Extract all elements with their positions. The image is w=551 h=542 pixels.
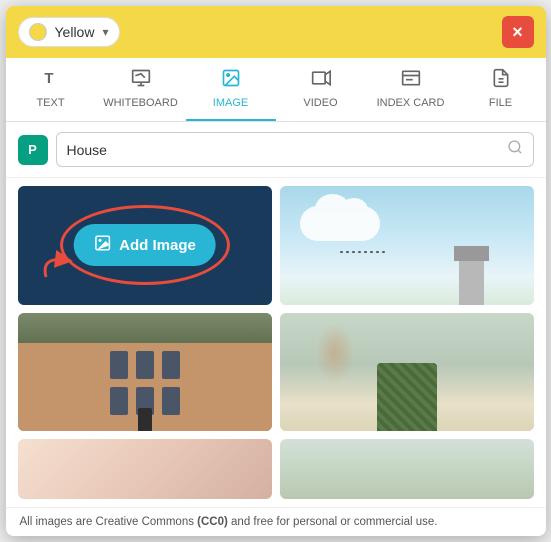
tab-video-label: VIDEO xyxy=(303,97,337,109)
image-cell-4[interactable] xyxy=(280,313,534,432)
image-cell-3[interactable] xyxy=(18,313,272,432)
image-icon xyxy=(221,68,241,93)
building-facade xyxy=(18,343,272,432)
tab-file[interactable]: FILE xyxy=(456,58,546,121)
image-cell-2[interactable] xyxy=(280,186,534,305)
tab-file-label: FILE xyxy=(489,97,512,109)
close-button[interactable]: × xyxy=(502,16,534,48)
image-cell-6[interactable] xyxy=(280,439,534,499)
tab-video[interactable]: VIDEO xyxy=(276,58,366,121)
add-image-overlay: Add Image xyxy=(73,224,216,266)
search-input[interactable] xyxy=(67,142,507,158)
color-dot xyxy=(29,23,47,41)
search-row: P xyxy=(6,122,546,178)
mossy-building xyxy=(377,363,437,432)
whiteboard-icon xyxy=(131,68,151,93)
birds-decoration xyxy=(340,251,420,253)
tab-image-label: IMAGE xyxy=(213,97,248,109)
cloud-decoration xyxy=(300,206,380,241)
index-card-icon xyxy=(401,68,421,93)
tab-index-card-label: INDEX CARD xyxy=(377,97,445,109)
tab-image[interactable]: IMAGE xyxy=(186,58,276,121)
tab-text-label: TEXT xyxy=(36,97,64,109)
video-icon xyxy=(311,68,331,93)
footer: All images are Creative Commons (CC0) an… xyxy=(6,507,546,536)
color-label: Yellow xyxy=(55,24,95,40)
footer-text-after: and free for personal or commercial use. xyxy=(228,516,438,528)
header-bar: Yellow ▾ × xyxy=(6,6,546,58)
pexels-logo: P xyxy=(18,135,48,165)
text-icon: T xyxy=(41,68,61,93)
smoke-decoration xyxy=(315,323,355,383)
search-input-wrap xyxy=(56,132,534,167)
add-image-button[interactable]: Add Image xyxy=(73,224,216,266)
svg-text:T: T xyxy=(44,70,53,87)
chevron-down-icon: ▾ xyxy=(102,25,108,39)
add-image-icon xyxy=(93,234,111,256)
tab-text[interactable]: T TEXT xyxy=(6,58,96,121)
footer-cc0: (CC0) xyxy=(197,516,228,528)
tab-whiteboard[interactable]: WHITEBOARD xyxy=(96,58,186,121)
search-icon xyxy=(507,139,523,160)
modal-container: Yellow ▾ × T TEXT WHITEBOARD IMAGE xyxy=(6,6,546,536)
tabs-bar: T TEXT WHITEBOARD IMAGE VIDEO I xyxy=(6,58,546,122)
image-cell-1[interactable]: Add Image xyxy=(18,186,272,305)
add-image-label: Add Image xyxy=(119,237,196,254)
footer-text-before: All images are Creative Commons xyxy=(20,516,198,528)
image-cell-5[interactable] xyxy=(18,439,272,499)
tab-index-card[interactable]: INDEX CARD xyxy=(366,58,456,121)
chimney-decoration xyxy=(459,256,484,305)
file-icon xyxy=(491,68,511,93)
color-selector[interactable]: Yellow ▾ xyxy=(18,17,120,47)
image-grid: Add Image xyxy=(6,178,546,507)
tab-whiteboard-label: WHITEBOARD xyxy=(103,97,178,109)
